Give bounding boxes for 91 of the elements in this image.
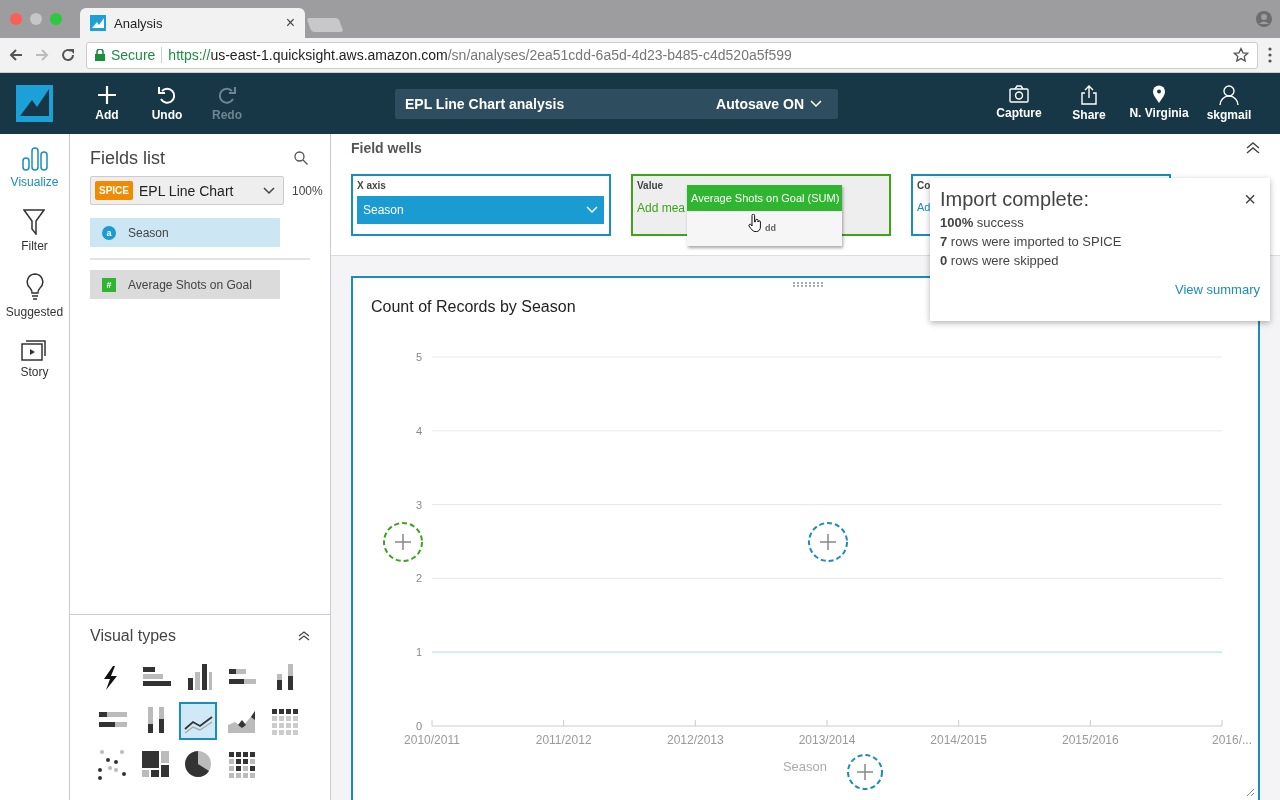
redo-icon (217, 85, 237, 105)
axis-tick-label: 2016/... (1212, 733, 1252, 747)
chevron-down-icon (263, 186, 275, 195)
well-label: Co (917, 180, 932, 191)
section-title: Field wells (351, 140, 422, 156)
lightbulb-icon (25, 273, 44, 301)
notification-text: 0 rows were skipped (940, 253, 1060, 268)
dataset-dropdown[interactable]: SPICE EPL Line Chart (90, 176, 284, 205)
axis-tick-label: 3 (415, 498, 422, 511)
browser-tab[interactable]: Analysis × (80, 8, 305, 38)
share-icon (1080, 85, 1098, 105)
axis-tick-label: 2014/2015 (930, 733, 988, 747)
axis-tick-label: 2 (415, 572, 422, 585)
app-logo-icon (90, 15, 106, 31)
notification-title: Import complete: (940, 188, 1089, 211)
field-item[interactable]: a Season (90, 218, 280, 247)
undo-icon (157, 85, 177, 105)
app-logo-icon[interactable] (16, 85, 53, 122)
chevron-down-icon (810, 99, 822, 108)
axis-tick-label: 2015/2016 (1061, 733, 1119, 747)
location-pin-icon (1152, 85, 1166, 103)
analysis-title: EPL Line Chart analysis (405, 95, 566, 112)
nav-item[interactable]: Filter (15, 208, 54, 254)
region-button[interactable]: N. Virginia (1124, 85, 1194, 122)
url-text: https://us-east-1.quicksight.aws.amazon.com/sn/analyses/2ea51cdd-6a5d-4d23-b485-c4d520a5f599 (168, 47, 793, 63)
resize-handle-icon[interactable] (1246, 788, 1254, 796)
view-summary-link[interactable]: View summary (940, 282, 1260, 297)
plus-icon (97, 85, 117, 105)
drop-hint: dd (764, 223, 777, 233)
axis-tick-label: 2011/2012 (535, 733, 592, 747)
axis-tick-label: 2010/2011 (404, 733, 460, 747)
axis-tick-label: 2012/2013 (666, 733, 724, 747)
share-button[interactable]: Share (1054, 85, 1124, 122)
well-label: X axis (357, 180, 387, 191)
bookmark-star-icon[interactable] (1233, 47, 1249, 63)
filter-icon (23, 209, 46, 235)
field-pill: Average Shots on Goal (SUM) (687, 185, 842, 211)
search-icon[interactable] (294, 151, 308, 165)
user-icon (1219, 85, 1239, 105)
autosave-dropdown[interactable]: Autosave ON (710, 94, 828, 113)
drop-zone[interactable] (808, 522, 848, 562)
tree-map-icon (139, 748, 171, 780)
secure-label: Secure (111, 47, 163, 63)
field-item[interactable]: # Average Shots on Goal (90, 270, 280, 299)
more-menu-icon[interactable] (1268, 47, 1272, 63)
axis-tick-label: 5 (415, 351, 422, 363)
tab-close-button[interactable]: × (285, 14, 295, 32)
drop-zone[interactable] (383, 522, 423, 562)
panel-title: Fields list (90, 147, 165, 169)
chevron-down-icon (586, 206, 598, 214)
field-name: Season (128, 225, 169, 240)
field-well[interactable]: X axis Season (351, 174, 611, 236)
scatter-plot-icon (96, 748, 128, 780)
nav-item[interactable]: Visualize (4, 146, 65, 190)
well-label: Value (637, 180, 665, 191)
address-bar[interactable]: Secure https://us-east-1.quicksight.aws.amazon.com/sn/analyses/2ea51cdd-6a5d-4d23-b485-c4d520a5f599 (86, 41, 1258, 69)
spice-badge: SPICE (95, 181, 133, 200)
axis-tick-label: 0 (415, 720, 422, 732)
field-name: Average Shots on Goal (128, 277, 252, 292)
nav-item[interactable]: Suggested (0, 272, 70, 320)
notification-text: 7 rows were imported to SPICE (940, 234, 1123, 249)
axis-tick-label: 2013/2014 (798, 733, 856, 747)
bar-chart-icon (21, 147, 48, 171)
chart-title: Count of Records by Season (371, 298, 576, 317)
drag-handle-icon[interactable] (793, 282, 825, 287)
visual-type-button[interactable] (179, 702, 217, 740)
back-icon[interactable] (8, 47, 24, 63)
capture-button[interactable]: Capture (984, 85, 1054, 122)
account-button[interactable]: skgmail (1194, 85, 1264, 122)
tab-title: Analysis (114, 15, 164, 31)
close-button[interactable]: × (1240, 188, 1260, 211)
dataset-percent: 100% (292, 183, 323, 198)
lock-icon (95, 49, 105, 61)
reload-icon[interactable] (60, 47, 76, 63)
nav-item[interactable]: Story (14, 338, 55, 380)
axis-tick-label: 4 (415, 424, 422, 437)
add-button[interactable]: Add (77, 85, 137, 122)
undo-button[interactable]: Undo (137, 85, 197, 122)
dimension-type-icon: a (102, 225, 116, 240)
drop-zone[interactable] (847, 754, 883, 790)
axis-title: Season (782, 759, 828, 774)
hand-cursor-icon (748, 214, 762, 232)
measure-type-icon: # (102, 277, 116, 292)
camera-icon (1009, 85, 1029, 103)
collapse-icon[interactable] (1246, 142, 1260, 154)
slideshow-icon (21, 339, 48, 361)
pie-chart-icon (182, 748, 214, 780)
collapse-icon[interactable] (298, 631, 310, 641)
panel-title: Visual types (90, 627, 176, 645)
notification-text: 100% success (940, 215, 1025, 230)
axis-tick-label: 1 (415, 646, 422, 659)
